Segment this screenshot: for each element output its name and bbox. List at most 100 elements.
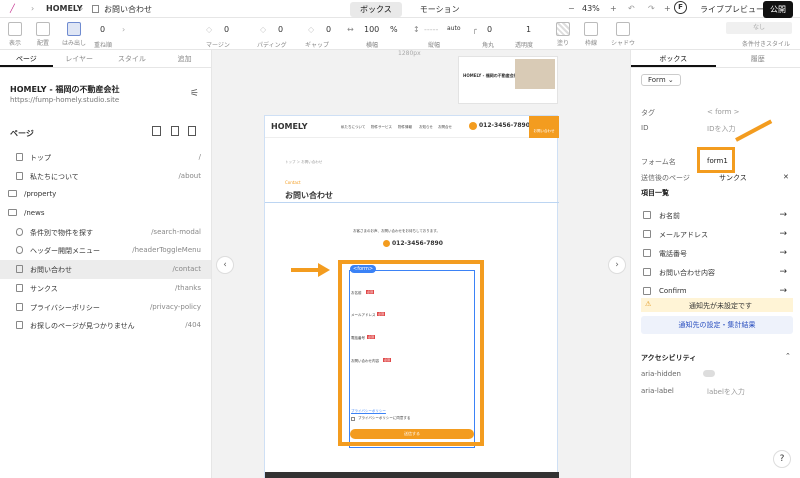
notification-settings-button[interactable]: 通知先の設定・集計結果 — [641, 316, 793, 334]
nav-item[interactable]: 私たちについて — [341, 125, 365, 130]
folder-icon — [8, 209, 17, 217]
nav-item[interactable]: 物件サービス — [371, 125, 392, 130]
canvas-width-label: 1280px — [398, 50, 421, 57]
chevron-right-icon: › — [80, 4, 84, 13]
tab-add[interactable]: 追加 — [158, 50, 211, 67]
layout-label: 配置 — [36, 40, 49, 47]
tab-layers[interactable]: レイヤー — [53, 50, 106, 67]
nav-item[interactable]: 物件情報 — [398, 125, 412, 130]
overflow-label: はみ出し — [62, 40, 87, 47]
overflow-control[interactable]: はみ出し — [62, 22, 86, 47]
annotation-highlight-form-name — [697, 147, 735, 173]
nav-item[interactable]: お知らせ — [419, 125, 433, 130]
fill-control[interactable]: 塗り — [556, 22, 570, 47]
tab-pages[interactable]: ページ — [0, 50, 53, 67]
add-folder-icon[interactable] — [171, 126, 179, 136]
height-value[interactable]: auto — [447, 25, 461, 32]
conditional-style-label: 条件付きスタイル — [742, 41, 791, 48]
zoom-level[interactable]: 43% — [582, 4, 600, 13]
element-type-select[interactable]: Form ⌄ — [641, 74, 681, 86]
trash-icon[interactable] — [152, 126, 161, 136]
radius-value[interactable]: 0 — [487, 25, 492, 34]
page-item-about[interactable]: 私たちについて/about — [0, 167, 211, 186]
redo-icon[interactable]: ↷ — [648, 4, 655, 13]
radius-label: 角丸 — [482, 42, 495, 49]
width-value[interactable]: 100 — [364, 25, 379, 34]
opacity-value[interactable]: 1 — [526, 25, 531, 34]
border-label: 枠線 — [584, 40, 597, 47]
publish-button[interactable]: 公開 — [763, 1, 793, 18]
site-url[interactable]: https://fump-homely.studio.site — [10, 96, 119, 104]
add-page-icon[interactable] — [188, 126, 196, 136]
zoom-in-icon[interactable]: + — [610, 4, 617, 13]
page-icon — [16, 153, 23, 161]
field-item[interactable]: 電話番号 → — [641, 245, 791, 263]
f-avatar-icon[interactable]: F — [674, 1, 687, 14]
field-item[interactable]: お名前 → — [641, 207, 791, 225]
prev-page-arrow-icon[interactable]: ‹ — [216, 256, 234, 274]
help-button[interactable]: ? — [773, 450, 791, 468]
folder-name: /property — [24, 190, 57, 199]
nav-item[interactable]: お問合せ — [438, 125, 452, 130]
page-name: ヘッダー開閉メニュー — [30, 247, 100, 256]
page-item-thanks[interactable]: サンクス/thanks — [0, 279, 211, 298]
page-item-top[interactable]: トップ / — [0, 148, 211, 167]
layout-control[interactable]: 配置 — [36, 22, 50, 47]
shadow-control[interactable]: シャドウ — [611, 22, 635, 47]
page-icon — [16, 171, 23, 180]
conditional-style-select[interactable]: なし — [726, 22, 792, 34]
zoom-out-icon[interactable]: − — [568, 4, 575, 13]
thumbnail-preview[interactable]: HOMELY - 福岡の不動産会社 — [458, 56, 558, 104]
field-item-label: 電話番号 — [659, 250, 687, 258]
phone-icon — [469, 122, 477, 130]
overflow-value[interactable]: 0 — [100, 25, 105, 34]
header-cta-button[interactable]: お問い合わせ — [529, 116, 559, 138]
project-name[interactable]: HOMELY — [46, 4, 83, 13]
gap-value[interactable]: 0 — [326, 25, 331, 34]
close-icon[interactable]: ✕ — [783, 173, 789, 181]
undo-icon[interactable]: ↶ — [628, 4, 635, 13]
field-item[interactable]: メールアドレス → — [641, 226, 791, 244]
children-label: 重ね順 — [94, 42, 113, 49]
section-en-label: Contact — [285, 180, 301, 185]
tab-box[interactable]: ボックス — [350, 2, 402, 17]
page-item-contact[interactable]: お問い合わせ/contact — [0, 260, 211, 279]
page-item-search-modal[interactable]: 条件別で物件を探す/search-modal — [0, 223, 211, 242]
display-control[interactable]: 表示 — [8, 22, 22, 47]
aria-label-input[interactable]: labelを入力 — [707, 387, 745, 397]
settings-sliders-icon[interactable]: ⚟ — [190, 88, 199, 99]
page-item-404[interactable]: お探しのページが見つかりません/404 — [0, 316, 211, 335]
border-control[interactable]: 枠線 — [584, 22, 598, 47]
page-list: トップ / 私たちについて/about /property /news 条件別で物… — [0, 148, 211, 335]
width-unit[interactable]: % — [390, 25, 398, 34]
id-input[interactable]: IDを入力 — [707, 124, 735, 134]
tab-styles[interactable]: スタイル — [106, 50, 159, 67]
padding-value[interactable]: 0 — [278, 25, 283, 34]
aria-hidden-toggle[interactable] — [703, 370, 715, 377]
tab-history[interactable]: 履歴 — [716, 50, 800, 67]
folder-item-news[interactable]: /news — [0, 204, 211, 223]
field-item[interactable]: お問い合わせ内容 → — [641, 264, 791, 282]
arrow-right-icon: → — [779, 248, 787, 258]
folder-item-property[interactable]: /property — [0, 185, 211, 204]
tab-motion[interactable]: モーション — [410, 2, 470, 17]
page-path: /search-modal — [151, 227, 201, 236]
page-name: 私たちについて — [30, 172, 79, 181]
page-item-privacy-policy[interactable]: プライバシーポリシー/privacy-policy — [0, 298, 211, 317]
current-page-name[interactable]: お問い合わせ — [104, 4, 152, 15]
field-item-label: お名前 — [659, 212, 680, 220]
add-icon[interactable]: + — [664, 4, 671, 13]
chevron-up-icon[interactable]: ⌃ — [785, 352, 791, 360]
tag-value[interactable]: < form > — [707, 108, 740, 116]
live-preview-button[interactable]: ライブプレビュー — [700, 4, 764, 15]
right-panel: ボックス 履歴 Form ⌄ タグ < form > ID IDを入力 フォーム… — [630, 50, 800, 478]
section-divider — [265, 202, 559, 203]
next-page-arrow-icon[interactable]: › — [608, 256, 626, 274]
margin-value[interactable]: 0 — [224, 25, 229, 34]
page-item-header-toggle-menu[interactable]: ヘッダー開閉メニュー/headerToggleMenu — [0, 241, 211, 260]
tab-box-props[interactable]: ボックス — [631, 50, 716, 67]
after-submit-page[interactable]: サンクス — [719, 173, 747, 183]
studio-logo-icon[interactable]: ╱ — [10, 4, 15, 13]
arrow-right-icon: → — [779, 286, 787, 296]
site-logo[interactable]: HOMELY — [271, 122, 308, 131]
